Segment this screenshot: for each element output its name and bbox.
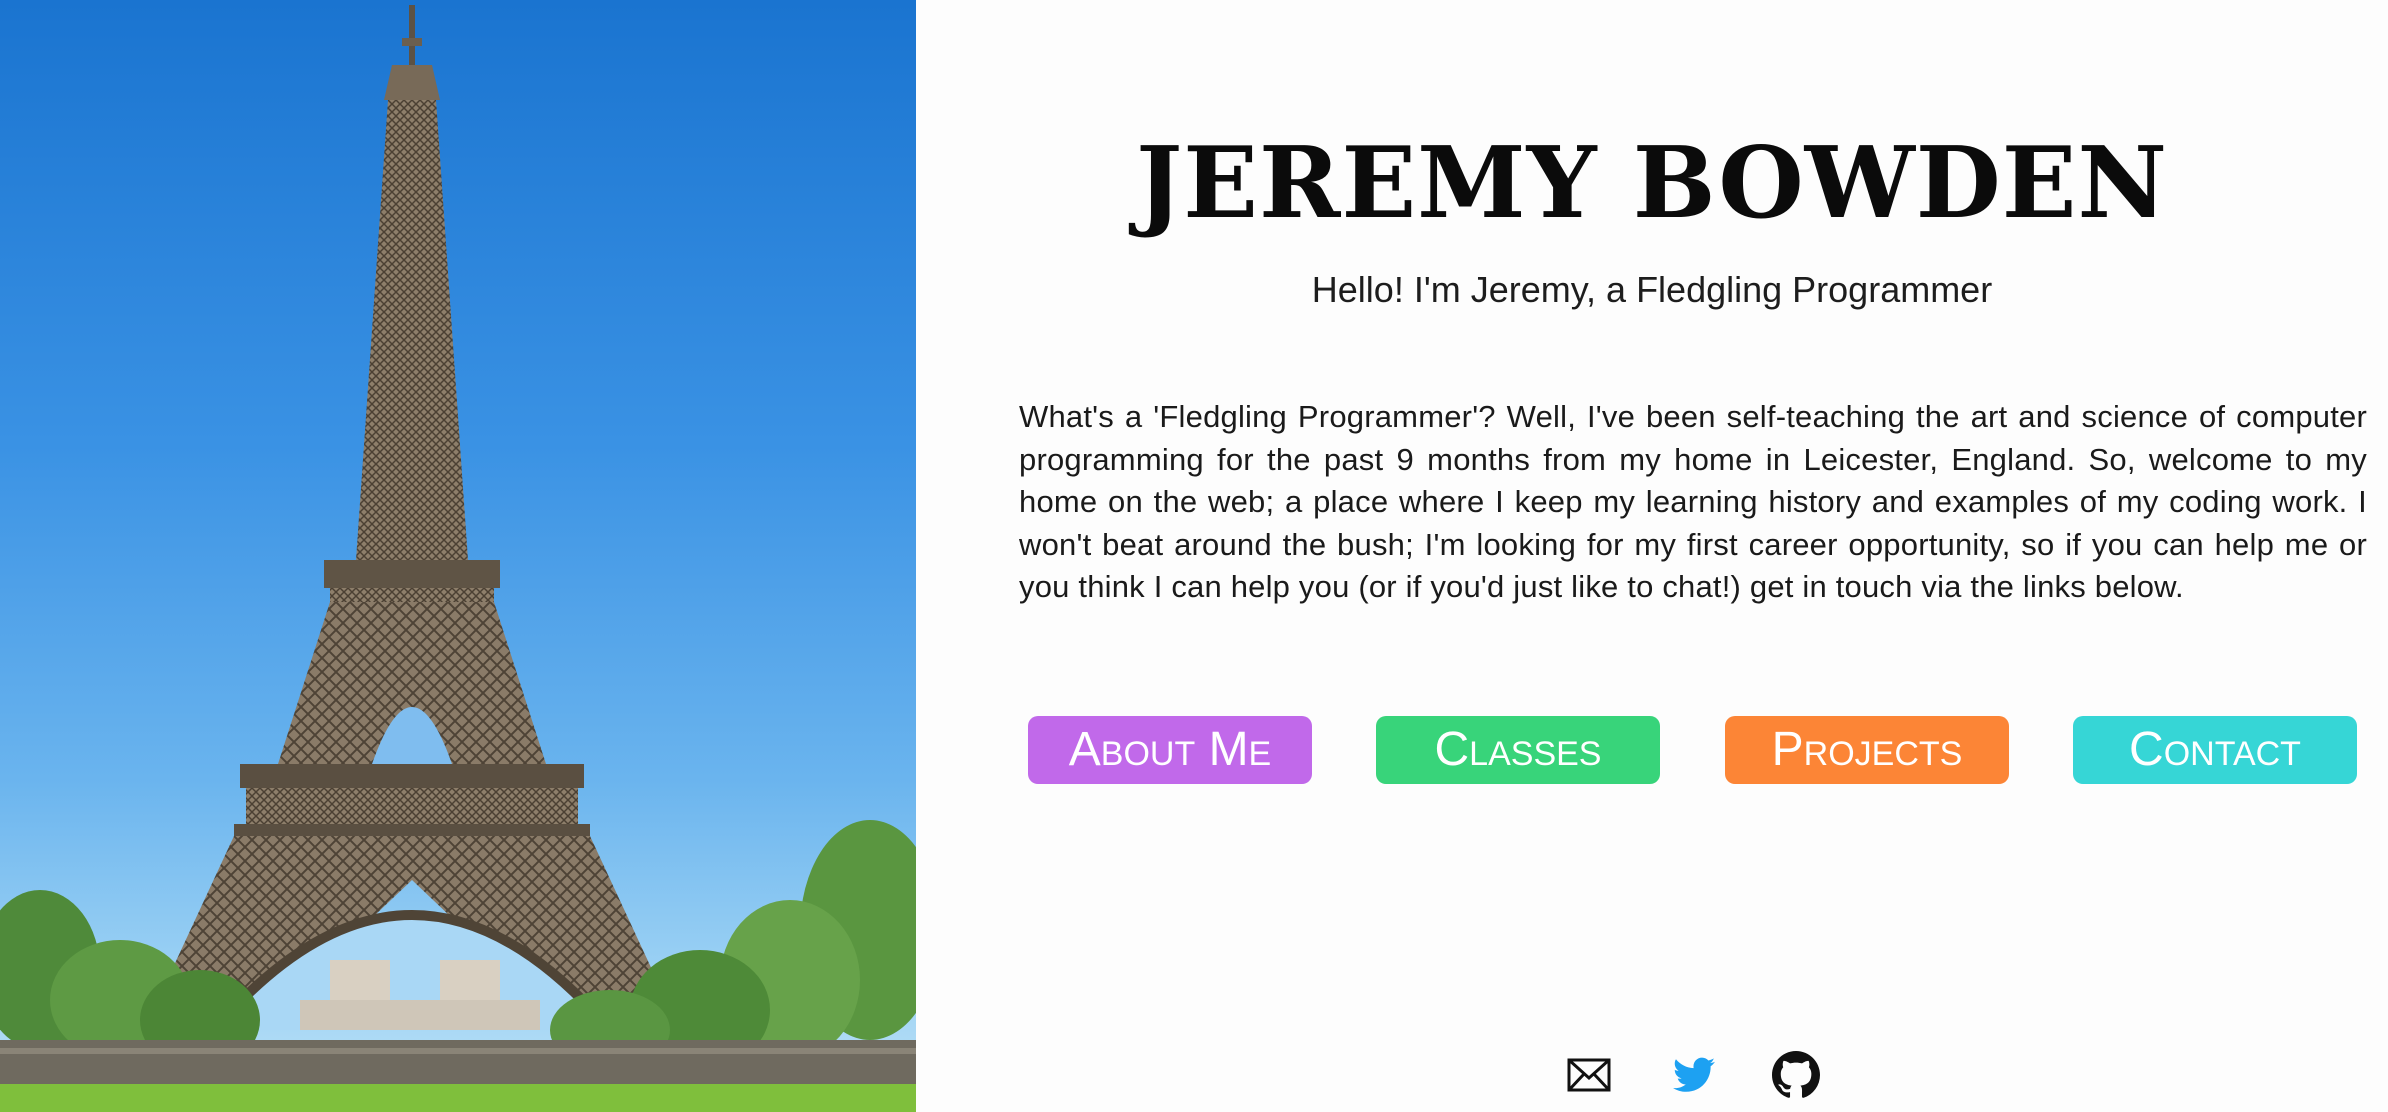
main-content: JEREMY BOWDEN Hello! I'm Jeremy, a Fledg… bbox=[916, 0, 2388, 1112]
github-link[interactable] bbox=[1771, 1050, 1821, 1100]
mail-icon bbox=[1567, 1058, 1611, 1092]
twitter-link[interactable] bbox=[1669, 1050, 1719, 1100]
social-links bbox=[916, 1050, 2388, 1100]
mail-link[interactable] bbox=[1564, 1050, 1614, 1100]
page: JEREMY BOWDEN Hello! I'm Jeremy, a Fledg… bbox=[0, 0, 2388, 1112]
page-title: JEREMY BOWDEN bbox=[1135, 126, 2169, 241]
intro-paragraph: What's a 'Fledgling Programmer'? Well, I… bbox=[1019, 399, 2367, 604]
hero-image bbox=[0, 0, 916, 1112]
about-me-button[interactable]: About Me bbox=[1028, 716, 1312, 784]
classes-button[interactable]: Classes bbox=[1376, 716, 1660, 784]
contact-button[interactable]: Contact bbox=[2073, 716, 2357, 784]
eiffel-tower-illustration bbox=[0, 5, 916, 1112]
github-icon bbox=[1772, 1051, 1820, 1098]
projects-button[interactable]: Projects bbox=[1725, 716, 2009, 784]
nav-buttons: About Me Classes Projects Contact bbox=[1028, 716, 2360, 784]
twitter-icon bbox=[1673, 1057, 1715, 1092]
tagline: Hello! I'm Jeremy, a Fledgling Programme… bbox=[1311, 269, 1993, 310]
